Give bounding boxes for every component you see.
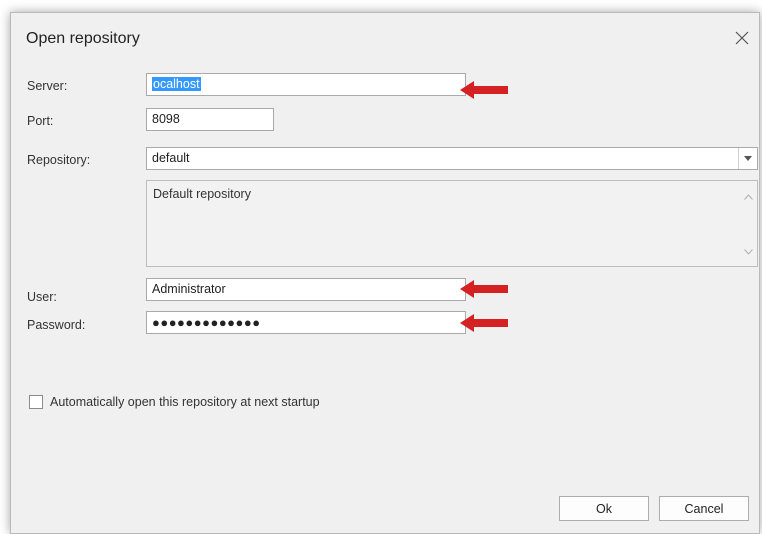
password-input[interactable]: ●●●●●●●●●●●●● [146, 311, 466, 334]
open-repository-dialog: Open repository Server: ocalhost Port: 8… [10, 12, 760, 534]
ok-button[interactable]: Ok [559, 496, 649, 521]
repository-label: Repository: [27, 153, 91, 167]
auto-open-checkbox[interactable] [29, 395, 43, 409]
password-label: Password: [27, 318, 86, 332]
dialog-title: Open repository [26, 30, 140, 47]
arrow-password-annotation [460, 314, 508, 332]
cancel-button[interactable]: Cancel [659, 496, 749, 521]
arrow-user-annotation [460, 280, 508, 298]
repository-value: default [152, 151, 190, 165]
user-input[interactable]: Administrator [146, 278, 466, 301]
scroll-up-icon[interactable] [744, 189, 753, 203]
repository-description: Default repository [153, 187, 251, 201]
title-bar: Open repository [11, 13, 759, 61]
repository-description-box: Default repository [146, 180, 758, 267]
user-label: User: [27, 290, 57, 304]
server-input[interactable]: ocalhost [146, 73, 466, 96]
server-value: ocalhost [152, 77, 201, 91]
chevron-down-icon[interactable] [738, 148, 757, 169]
arrow-server-annotation [460, 81, 508, 99]
repository-combobox[interactable]: default [146, 147, 758, 170]
auto-open-label[interactable]: Automatically open this repository at ne… [50, 395, 320, 409]
port-label: Port: [27, 114, 54, 128]
password-value: ●●●●●●●●●●●●● [152, 315, 261, 330]
server-label: Server: [27, 79, 68, 93]
port-input[interactable]: 8098 [146, 108, 274, 131]
close-icon[interactable] [731, 27, 753, 49]
scroll-down-icon[interactable] [744, 244, 753, 258]
